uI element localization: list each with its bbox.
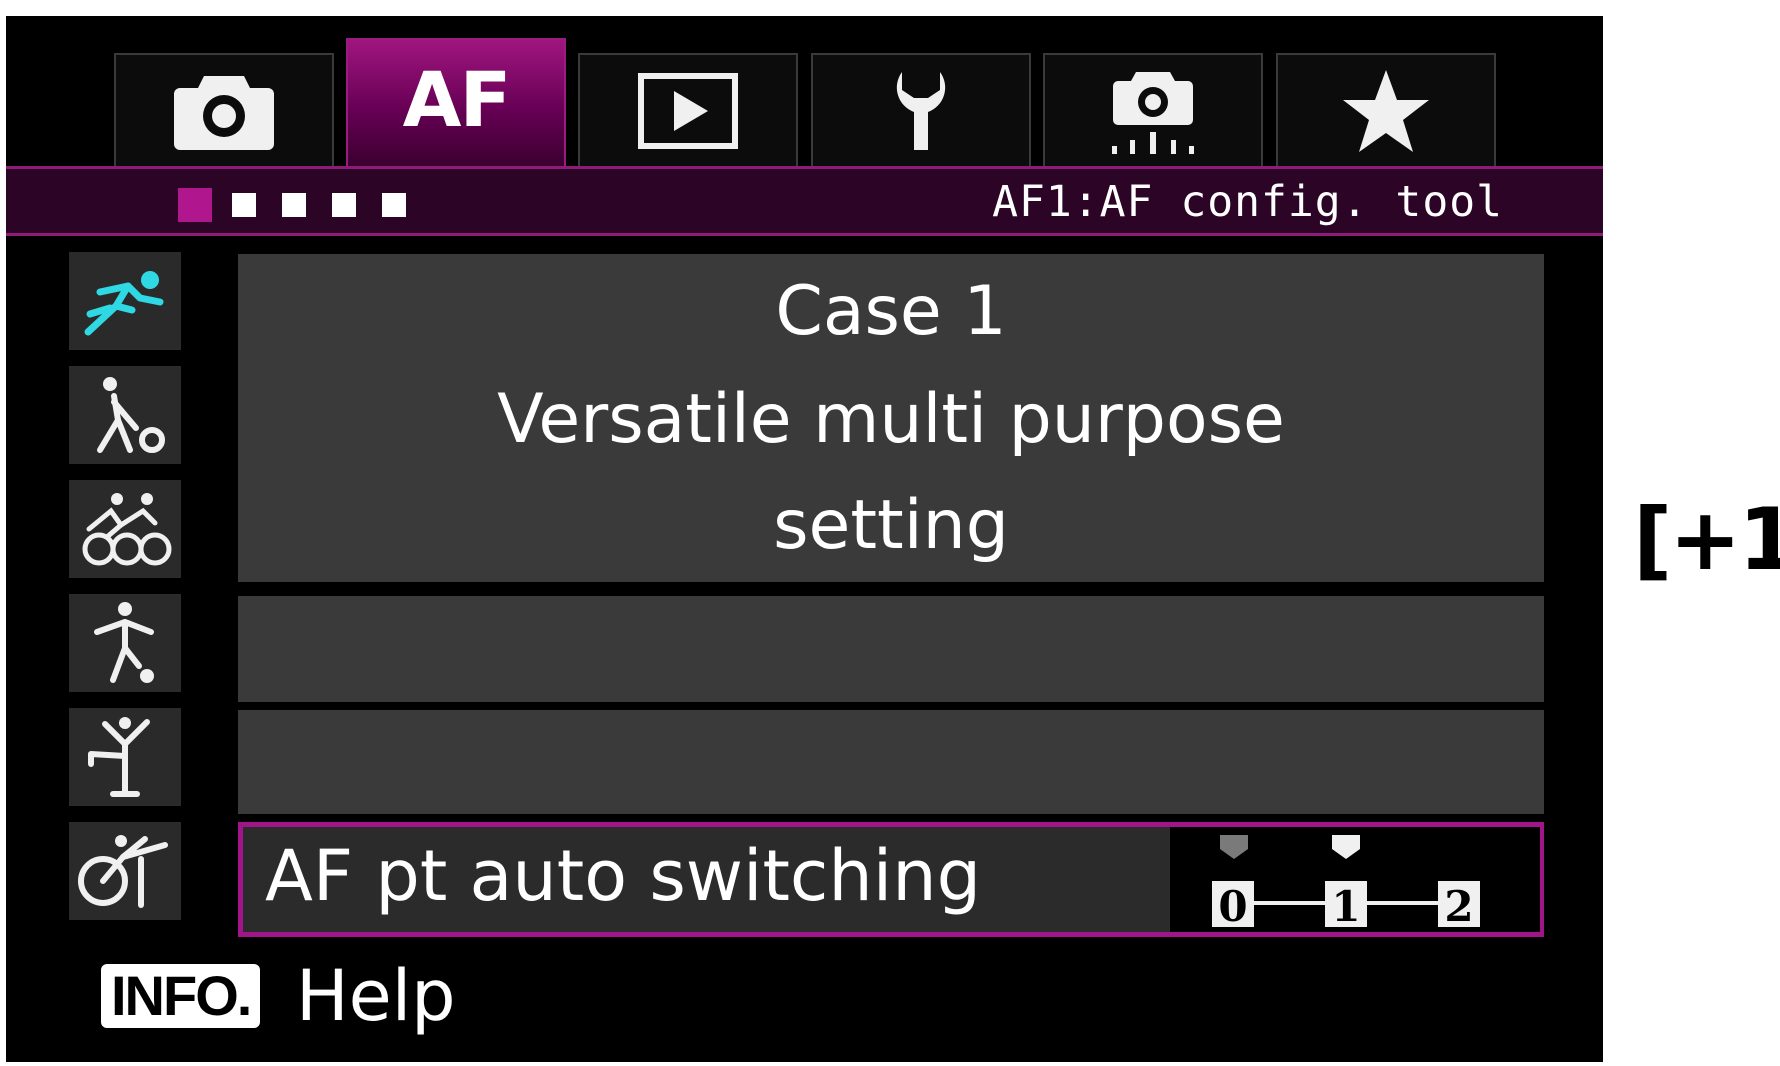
help-label: Help xyxy=(296,955,456,1037)
setting-row-empty[interactable] xyxy=(238,710,1544,814)
page-indicator-dot xyxy=(382,193,406,217)
page-indicator-dot xyxy=(332,193,356,217)
info-button[interactable]: INFO. xyxy=(101,964,261,1028)
case-1-button[interactable] xyxy=(69,252,181,350)
tab-setup[interactable] xyxy=(811,53,1031,167)
page-indicator-current xyxy=(178,188,212,222)
scale-tick-0: 0 xyxy=(1212,881,1254,931)
case-title: Case 1 xyxy=(775,272,1007,351)
scale-value-1: 1 xyxy=(1331,882,1360,931)
setting-row-empty[interactable] xyxy=(238,596,1544,702)
current-value-marker xyxy=(1332,835,1360,859)
scale-tick-1: 1 xyxy=(1325,881,1367,931)
case-description-panel: Case 1 Versatile multi purpose setting xyxy=(238,254,1544,582)
case-3-button[interactable] xyxy=(69,480,181,578)
tab-af[interactable]: AF xyxy=(346,38,566,168)
scale-value-0: 0 xyxy=(1218,882,1247,931)
tab-custom-functions[interactable] xyxy=(1043,53,1263,167)
tab-af-label: AF xyxy=(402,55,512,144)
scale-tick-2: 2 xyxy=(1438,881,1480,931)
af-pt-switching-scale[interactable]: 0 1 2 xyxy=(1170,827,1540,932)
camera-menu-screen: AF AF1:AF config. tool Case 1 Versatile … xyxy=(6,16,1603,1062)
menu-page-title: AF1:AF config. tool xyxy=(992,177,1503,227)
case-5-button[interactable] xyxy=(69,708,181,806)
case-2-button[interactable] xyxy=(69,366,181,464)
annotation-label: [+1] xyxy=(1633,490,1780,590)
case-description-line: setting xyxy=(773,486,1009,565)
case-4-button[interactable] xyxy=(69,594,181,692)
tab-shooting[interactable] xyxy=(114,53,334,167)
tab-playback[interactable] xyxy=(578,53,798,167)
case-6-button[interactable] xyxy=(69,822,181,920)
default-value-marker xyxy=(1220,835,1248,859)
scale-value-2: 2 xyxy=(1444,882,1473,931)
menu-page-bar: AF1:AF config. tool xyxy=(6,166,1603,236)
case-description-line: Versatile multi purpose xyxy=(497,380,1285,459)
page-indicator-dot xyxy=(232,193,256,217)
af-pt-auto-switching-row[interactable]: AF pt auto switching 0 1 2 xyxy=(238,822,1544,937)
setting-label: AF pt auto switching xyxy=(265,835,982,917)
tab-my-menu[interactable] xyxy=(1276,53,1496,167)
page-indicator-dot xyxy=(282,193,306,217)
